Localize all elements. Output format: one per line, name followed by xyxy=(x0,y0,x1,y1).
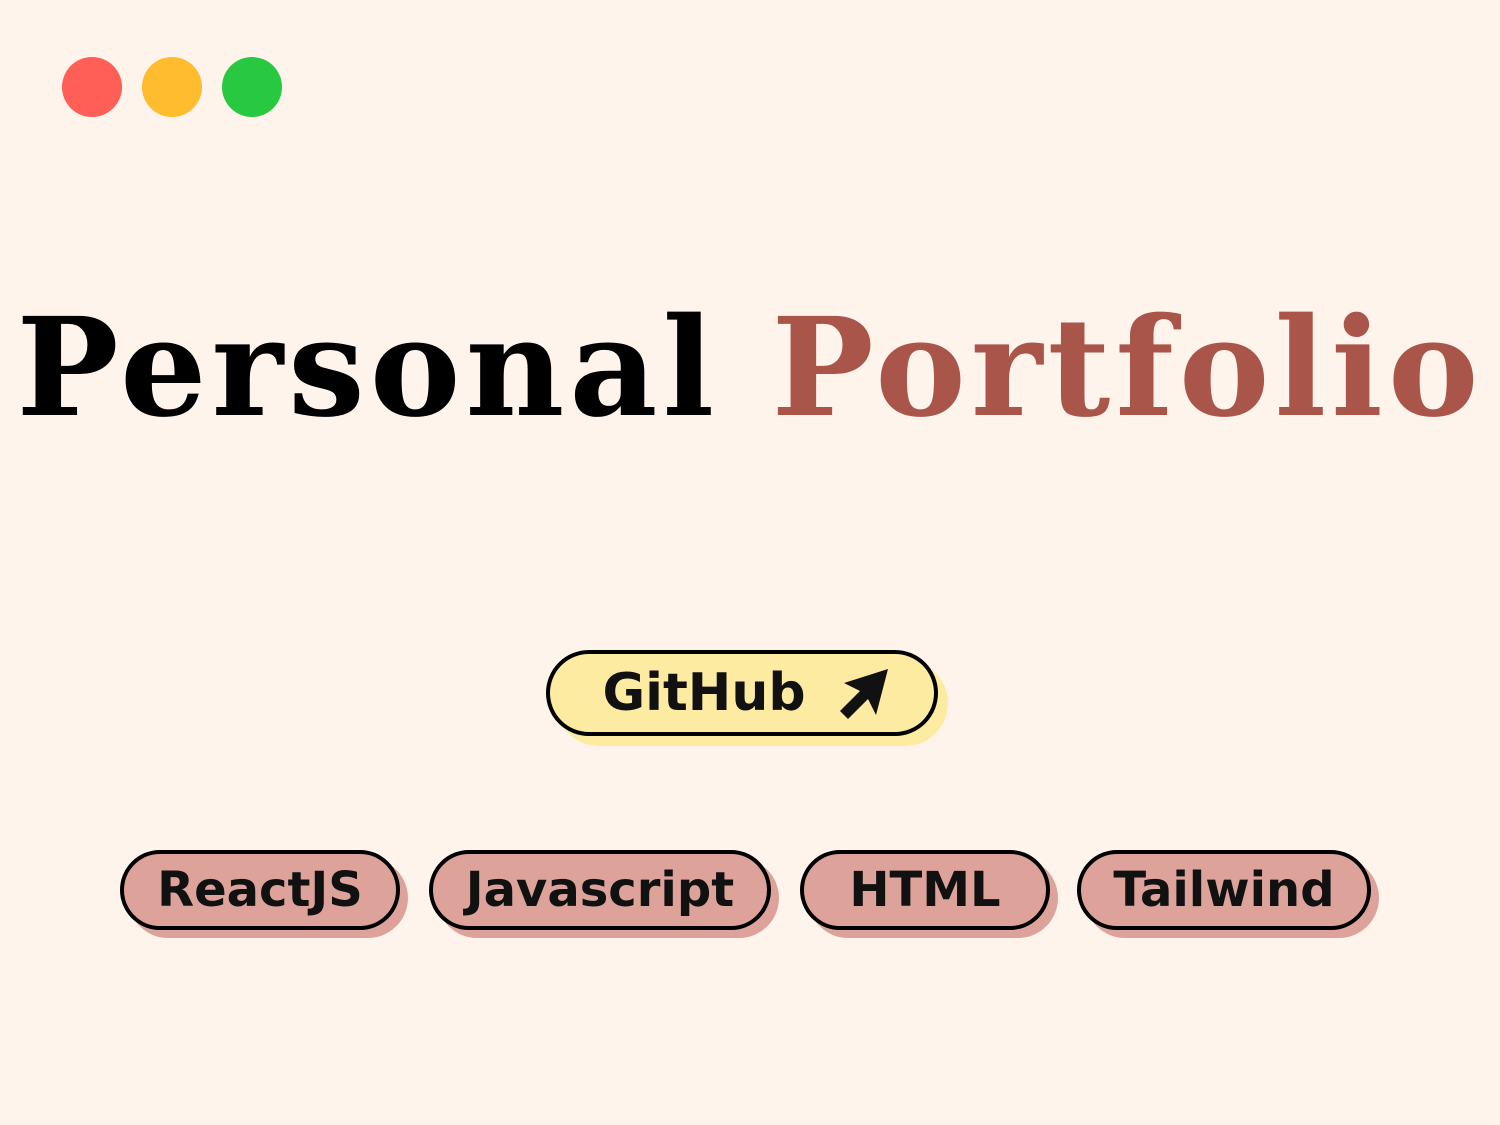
tag-label: HTML xyxy=(849,862,1001,918)
minimize-window-dot[interactable] xyxy=(142,57,202,117)
tag-reactjs[interactable]: ReactJS xyxy=(120,850,400,930)
title-personal: Personal xyxy=(16,288,720,448)
github-button-wrap: GitHub xyxy=(546,650,938,736)
tag-html[interactable]: HTML xyxy=(800,850,1050,930)
maximize-window-dot[interactable] xyxy=(222,57,282,117)
tag-label: ReactJS xyxy=(157,862,363,918)
title-portfolio: Portfolio xyxy=(771,288,1484,448)
github-button-label: GitHub xyxy=(602,663,806,723)
tag-javascript[interactable]: Javascript xyxy=(429,850,771,930)
arrow-up-right-icon xyxy=(839,669,888,719)
tag-label: Javascript xyxy=(465,862,735,918)
tag-tailwind[interactable]: Tailwind xyxy=(1077,850,1371,930)
tag-label: Tailwind xyxy=(1113,862,1335,918)
tech-tags: ReactJS Javascript HTML Tailwind xyxy=(0,850,1500,940)
window-controls xyxy=(62,57,282,117)
github-button[interactable]: GitHub xyxy=(546,650,938,736)
page-title: Personal Portfolio xyxy=(0,300,1500,436)
close-window-dot[interactable] xyxy=(62,57,122,117)
